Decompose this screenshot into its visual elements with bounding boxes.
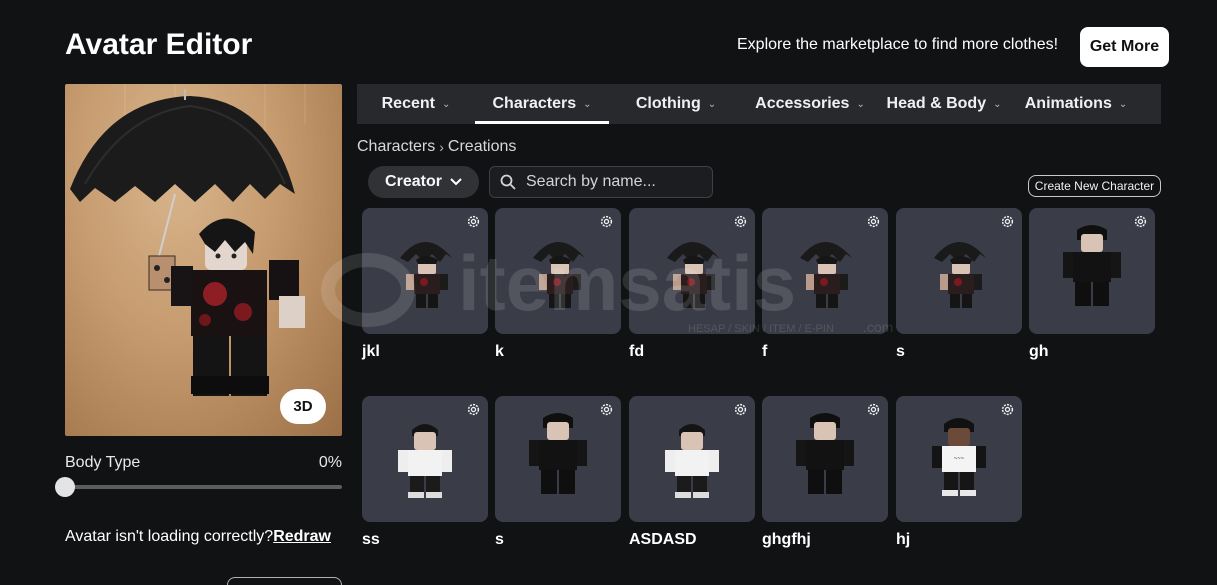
get-more-button[interactable]: Get More	[1080, 27, 1169, 67]
gear-icon[interactable]	[1000, 214, 1015, 229]
character-name: s	[495, 531, 504, 548]
redraw-link[interactable]: Redraw	[273, 528, 331, 545]
character-card[interactable]: fd	[629, 208, 755, 361]
character-card[interactable]: ASDASD	[629, 396, 755, 549]
character-thumbnail	[362, 208, 488, 334]
character-thumbnail	[896, 208, 1022, 334]
search-icon	[500, 174, 516, 190]
chevron-down-icon: ⌄	[583, 98, 592, 110]
tab-head-body[interactable]: Head & Body ⌄	[877, 84, 1011, 124]
character-name: k	[495, 343, 504, 360]
loading-help: Avatar isn't loading correctly?Redraw	[65, 528, 331, 546]
page-title: Avatar Editor	[65, 28, 253, 61]
gear-icon[interactable]	[599, 402, 614, 417]
breadcrumb-parent[interactable]: Characters	[357, 138, 435, 156]
character-card[interactable]: k	[495, 208, 621, 361]
character-card[interactable]: ~~~ hj	[896, 396, 1022, 549]
gear-icon[interactable]	[1000, 402, 1015, 417]
chevron-right-icon: ›	[439, 139, 444, 155]
gear-icon[interactable]	[1133, 214, 1148, 229]
chevron-down-icon: ⌄	[707, 98, 717, 110]
create-new-character-button[interactable]: Create New Character	[1028, 175, 1161, 197]
gear-icon[interactable]	[733, 214, 748, 229]
tab-animations[interactable]: Animations ⌄	[1011, 84, 1141, 124]
view-3d-toggle[interactable]: 3D	[280, 389, 326, 424]
character-name: ss	[362, 531, 380, 548]
avatar-preview[interactable]: 3D	[65, 84, 342, 436]
character-name: hj	[896, 531, 911, 548]
character-thumbnail	[629, 396, 755, 522]
character-name: f	[762, 343, 768, 360]
bottom-button[interactable]	[227, 577, 342, 585]
character-card[interactable]: f	[762, 208, 888, 361]
gear-icon[interactable]	[733, 402, 748, 417]
avatar-render-icon	[70, 84, 306, 396]
body-type-slider-track[interactable]	[65, 485, 342, 489]
character-name: gh	[1029, 343, 1049, 360]
character-name: fd	[629, 343, 645, 360]
creator-filter-dropdown[interactable]: Creator	[368, 166, 479, 198]
gear-icon[interactable]	[866, 214, 881, 229]
svg-text:~~~: ~~~	[954, 456, 965, 462]
body-type-slider-thumb[interactable]	[55, 477, 75, 497]
marketplace-promo-text: Explore the marketplace to find more clo…	[737, 36, 1059, 53]
character-thumbnail: ~~~	[896, 396, 1022, 522]
character-name: s	[896, 343, 905, 360]
tab-recent[interactable]: Recent ⌄	[357, 84, 475, 124]
category-tab-bar: Recent ⌄ Characters ⌄ Clothing ⌄ Accessorie…	[357, 84, 1161, 124]
character-name: jkl	[362, 343, 380, 360]
tab-characters[interactable]: Characters ⌄	[475, 84, 609, 124]
character-thumbnail	[762, 208, 888, 334]
character-card[interactable]: gh	[1029, 208, 1155, 361]
character-thumbnail	[1029, 208, 1155, 334]
character-name: ASDASD	[629, 531, 697, 548]
character-card[interactable]: s	[896, 208, 1022, 361]
body-type-value: 0%	[318, 454, 342, 471]
character-card[interactable]: jkl	[362, 208, 488, 361]
gear-icon[interactable]	[466, 214, 481, 229]
tab-clothing[interactable]: Clothing ⌄	[609, 84, 743, 124]
search-box	[489, 166, 713, 198]
character-thumbnail	[495, 208, 621, 334]
chevron-down-icon: ⌄	[856, 98, 865, 110]
character-thumbnail	[495, 396, 621, 522]
character-thumbnail	[362, 396, 488, 522]
chevron-down-icon: ⌄	[1118, 98, 1128, 110]
character-card[interactable]: s	[495, 396, 621, 549]
character-name: ghgfhj	[762, 531, 811, 548]
breadcrumb: Characters › Creations	[357, 138, 516, 156]
character-card[interactable]: ghgfhj	[762, 396, 888, 549]
character-thumbnail	[762, 396, 888, 522]
character-card[interactable]: ss	[362, 396, 488, 549]
tab-accessories[interactable]: Accessories ⌄	[743, 84, 877, 124]
gear-icon[interactable]	[599, 214, 614, 229]
chevron-down-icon: ⌄	[441, 98, 451, 110]
body-type-label: Body Type	[65, 454, 141, 471]
search-input[interactable]	[526, 173, 696, 191]
chevron-down-icon	[450, 178, 462, 186]
character-thumbnail	[629, 208, 755, 334]
chevron-down-icon: ⌄	[993, 98, 1002, 110]
loading-help-text: Avatar isn't loading correctly?	[65, 528, 274, 545]
gear-icon[interactable]	[466, 402, 481, 417]
breadcrumb-current: Creations	[447, 138, 517, 155]
gear-icon[interactable]	[866, 402, 881, 417]
